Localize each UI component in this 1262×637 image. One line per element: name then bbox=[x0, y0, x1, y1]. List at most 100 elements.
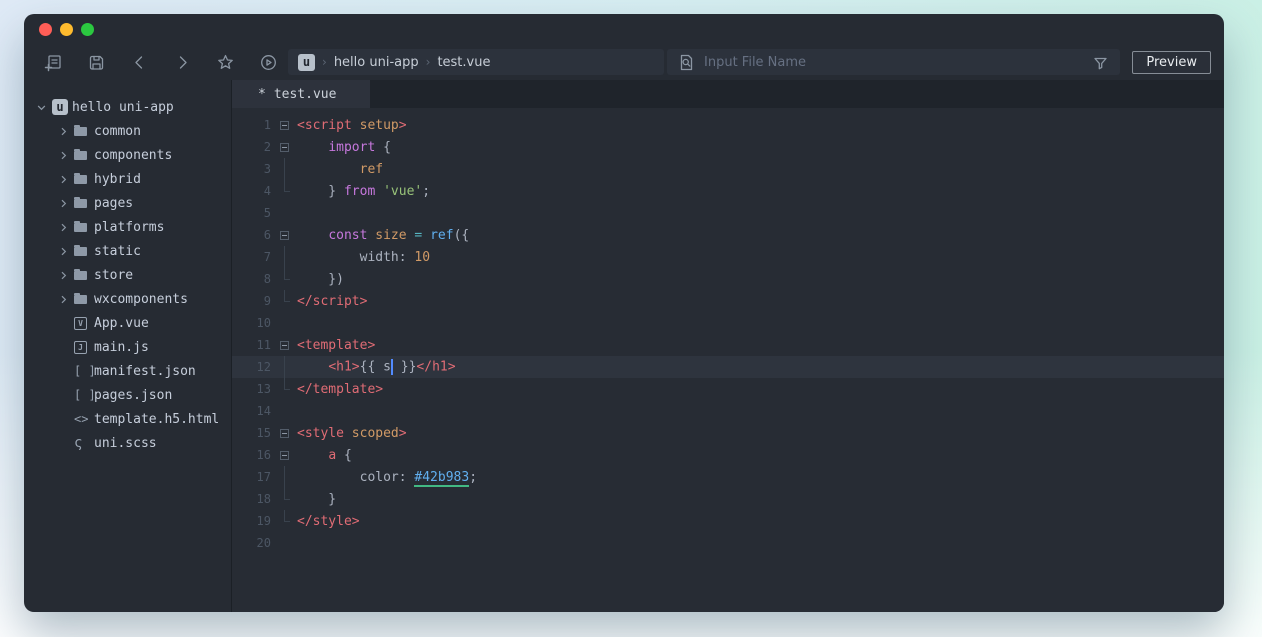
code-line[interactable]: 1<script setup> bbox=[232, 114, 1224, 136]
line-number: 19 bbox=[232, 514, 280, 528]
code-line[interactable]: 17 color: #42b983; bbox=[232, 466, 1224, 488]
fold-marker-icon[interactable] bbox=[280, 136, 297, 158]
code-line[interactable]: 19</style> bbox=[232, 510, 1224, 532]
tree-item-uni-scss[interactable]: ςuni.scss bbox=[24, 431, 231, 455]
tree-item-wxcomponents[interactable]: wxcomponents bbox=[24, 287, 231, 311]
file-search-icon bbox=[677, 53, 696, 72]
new-file-icon[interactable] bbox=[43, 52, 63, 72]
chevron-right-icon[interactable] bbox=[58, 270, 74, 281]
code-text: </template> bbox=[297, 382, 383, 397]
chevron-right-icon[interactable] bbox=[58, 174, 74, 185]
code-text: </script> bbox=[297, 294, 367, 309]
breadcrumb-item[interactable]: test.vue bbox=[437, 55, 490, 70]
line-number: 5 bbox=[232, 206, 280, 220]
tree-item-label: hello uni-app bbox=[72, 100, 174, 115]
file-tree: uhello uni-appcommoncomponentshybridpage… bbox=[24, 80, 232, 612]
star-icon[interactable] bbox=[215, 52, 235, 72]
fold-gutter bbox=[280, 202, 297, 224]
code-text: ref bbox=[297, 162, 383, 177]
zoom-button[interactable] bbox=[81, 23, 94, 36]
code-line[interactable]: 3 ref bbox=[232, 158, 1224, 180]
code-area[interactable]: 1<script setup>2 import {3 ref4 } from '… bbox=[232, 108, 1224, 612]
tree-item-platforms[interactable]: platforms bbox=[24, 215, 231, 239]
fold-marker-icon[interactable] bbox=[280, 444, 297, 466]
line-number: 13 bbox=[232, 382, 280, 396]
close-button[interactable] bbox=[39, 23, 52, 36]
code-line-active[interactable]: 12 <h1>{{ s }}</h1> bbox=[232, 356, 1224, 378]
fold-gutter bbox=[280, 378, 297, 400]
line-number: 18 bbox=[232, 492, 280, 506]
app-window: u › hello uni-app › test.vue Preview uhello … bbox=[24, 14, 1224, 612]
save-icon[interactable] bbox=[86, 52, 106, 72]
tree-item-hybrid[interactable]: hybrid bbox=[24, 167, 231, 191]
line-number: 1 bbox=[232, 118, 280, 132]
fold-marker-icon[interactable] bbox=[280, 334, 297, 356]
chevron-right-icon[interactable] bbox=[58, 198, 74, 209]
code-line[interactable]: 18 } bbox=[232, 488, 1224, 510]
file-search-bar[interactable] bbox=[667, 49, 1120, 75]
uniapp-project-icon: u bbox=[52, 99, 70, 115]
code-line[interactable]: 9 </script> bbox=[232, 290, 1224, 312]
tree-item-main-js[interactable]: Jmain.js bbox=[24, 335, 231, 359]
breadcrumb[interactable]: u›hello uni-app›test.vue bbox=[288, 49, 664, 75]
code-line[interactable]: 4 } from 'vue'; bbox=[232, 180, 1224, 202]
chevron-right-icon[interactable] bbox=[58, 294, 74, 305]
tree-item-static[interactable]: static bbox=[24, 239, 231, 263]
code-line[interactable]: 13 </template> bbox=[232, 378, 1224, 400]
breadcrumb-separator: › bbox=[322, 55, 327, 69]
chevron-right-icon[interactable] bbox=[58, 246, 74, 257]
line-number: 15 bbox=[232, 426, 280, 440]
tree-item-pages-json[interactable]: [ ]pages.json bbox=[24, 383, 231, 407]
fold-gutter bbox=[280, 488, 297, 510]
tree-item-store[interactable]: store bbox=[24, 263, 231, 287]
code-line[interactable]: 10 bbox=[232, 312, 1224, 334]
code-text: <template> bbox=[297, 338, 375, 353]
filter-icon[interactable] bbox=[1091, 53, 1110, 72]
code-line[interactable]: 15<style scoped> bbox=[232, 422, 1224, 444]
toolbar: u›hello uni-app›test.vue Preview bbox=[24, 44, 1224, 80]
minimize-button[interactable] bbox=[60, 23, 73, 36]
tree-item-common[interactable]: common bbox=[24, 119, 231, 143]
fold-marker-icon[interactable] bbox=[280, 422, 297, 444]
run-icon[interactable] bbox=[258, 52, 278, 72]
tree-item-app-vue[interactable]: VApp.vue bbox=[24, 311, 231, 335]
chevron-right-icon[interactable] bbox=[58, 126, 74, 137]
tree-item-pages[interactable]: pages bbox=[24, 191, 231, 215]
tree-item-hello-uni-app[interactable]: uhello uni-app bbox=[24, 95, 231, 119]
line-number: 9 bbox=[232, 294, 280, 308]
back-icon[interactable] bbox=[129, 52, 149, 72]
tab-test-vue[interactable]: * test.vue bbox=[232, 80, 370, 108]
tree-item-label: store bbox=[94, 268, 133, 283]
code-line[interactable]: 2 import { bbox=[232, 136, 1224, 158]
tree-item-label: pages.json bbox=[94, 388, 172, 403]
code-text: }) bbox=[297, 272, 344, 287]
line-number: 6 bbox=[232, 228, 280, 242]
vue-file-icon: V bbox=[74, 317, 92, 330]
chevron-right-icon[interactable] bbox=[58, 222, 74, 233]
chevron-down-icon[interactable] bbox=[36, 102, 52, 113]
fold-marker-icon[interactable] bbox=[280, 114, 297, 136]
tree-item-manifest-json[interactable]: [ ]manifest.json bbox=[24, 359, 231, 383]
line-number: 8 bbox=[232, 272, 280, 286]
code-line[interactable]: 20 bbox=[232, 532, 1224, 554]
code-line[interactable]: 14 bbox=[232, 400, 1224, 422]
html-file-icon: <> bbox=[74, 412, 92, 426]
code-line[interactable]: 11<template> bbox=[232, 334, 1224, 356]
breadcrumb-separator: › bbox=[426, 55, 431, 69]
tree-item-components[interactable]: components bbox=[24, 143, 231, 167]
forward-icon[interactable] bbox=[172, 52, 192, 72]
fold-marker-icon[interactable] bbox=[280, 224, 297, 246]
code-line[interactable]: 5 bbox=[232, 202, 1224, 224]
tree-item-label: App.vue bbox=[94, 316, 149, 331]
code-line[interactable]: 16 a { bbox=[232, 444, 1224, 466]
search-input[interactable] bbox=[704, 55, 1083, 70]
fold-gutter bbox=[280, 532, 297, 554]
folder-icon bbox=[74, 151, 92, 160]
chevron-right-icon[interactable] bbox=[58, 150, 74, 161]
code-line[interactable]: 6 const size = ref({ bbox=[232, 224, 1224, 246]
breadcrumb-item[interactable]: hello uni-app bbox=[334, 55, 419, 70]
preview-button[interactable]: Preview bbox=[1132, 51, 1211, 74]
code-line[interactable]: 8 }) bbox=[232, 268, 1224, 290]
code-line[interactable]: 7 width: 10 bbox=[232, 246, 1224, 268]
tree-item-template-h5-html[interactable]: <>template.h5.html bbox=[24, 407, 231, 431]
